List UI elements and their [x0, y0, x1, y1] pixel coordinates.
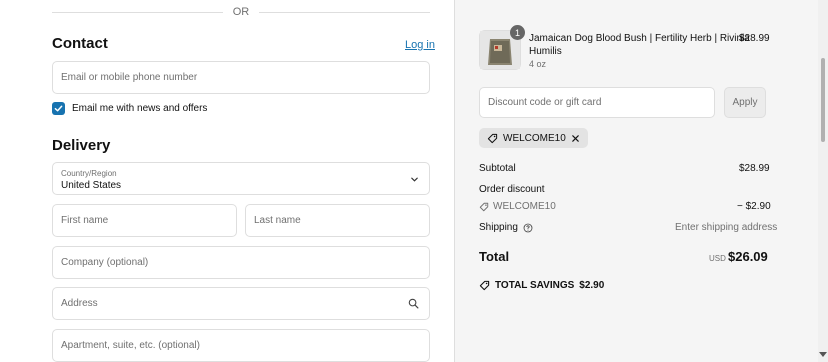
first-name-placeholder: First name [61, 215, 109, 226]
news-checkbox[interactable] [52, 102, 65, 115]
country-select[interactable]: Country/Region United States [52, 162, 430, 195]
divider-line-left [52, 11, 223, 13]
subtotal-label: Subtotal [479, 163, 516, 174]
tag-icon [487, 133, 498, 143]
divider-line-right [259, 11, 430, 13]
news-checkbox-label: Email me with news and offers [72, 103, 208, 114]
last-name-placeholder: Last name [254, 215, 301, 226]
search-icon [408, 298, 419, 309]
delivery-heading: Delivery [52, 137, 111, 154]
applied-code-chip: WELCOME10 [479, 128, 588, 148]
discount-value: − $2.90 [737, 201, 771, 212]
shipping-row: Shipping [479, 222, 533, 233]
currency-code: USD [709, 254, 726, 263]
tag-icon [479, 280, 490, 291]
address-placeholder: Address [61, 298, 98, 309]
checkmark-icon [54, 105, 63, 112]
total-savings-label: TOTAL SAVINGS [495, 280, 575, 291]
email-placeholder: Email or mobile phone number [61, 72, 198, 83]
country-label: Country/Region [61, 169, 117, 178]
email-field[interactable]: Email or mobile phone number [52, 61, 430, 94]
company-placeholder: Company (optional) [61, 257, 149, 268]
news-checkbox-row[interactable]: Email me with news and offers [52, 102, 207, 115]
quantity-badge: 1 [510, 25, 525, 40]
country-value: United States [61, 180, 122, 191]
chevron-down-icon [411, 177, 418, 182]
product-name-line1: Jamaican Dog Blood Bush | Fertility Herb… [529, 33, 750, 44]
help-circle-icon[interactable] [523, 223, 533, 233]
apartment-field[interactable]: Apartment, suite, etc. (optional) [52, 329, 430, 362]
discount-code-text: WELCOME10 [493, 201, 556, 212]
discount-code-input[interactable]: Discount code or gift card [479, 87, 715, 118]
apply-button[interactable]: Apply [724, 87, 766, 118]
checkout-form-column: OR Contact Log in Email or mobile phone … [0, 0, 454, 362]
shipping-label: Shipping [479, 222, 518, 233]
discount-code-row: WELCOME10 [479, 201, 556, 212]
or-divider: OR [52, 6, 430, 18]
first-name-field[interactable]: First name [52, 204, 237, 237]
login-link[interactable]: Log in [405, 39, 435, 51]
order-discount-label: Order discount [479, 184, 545, 195]
discount-placeholder: Discount code or gift card [488, 97, 602, 108]
total-value: $26.09 [728, 249, 768, 264]
contact-heading: Contact [52, 35, 108, 52]
subtotal-value: $28.99 [739, 163, 770, 174]
company-field[interactable]: Company (optional) [52, 246, 430, 279]
scrollbar-track[interactable] [818, 0, 828, 362]
scroll-down-arrow-icon[interactable] [819, 352, 827, 357]
tag-icon [479, 202, 489, 211]
total-label: Total [479, 249, 510, 264]
product-variant: 4 oz [529, 59, 547, 69]
or-label: OR [232, 6, 250, 18]
product-name-line2: Humilis [529, 46, 562, 57]
scrollbar-thumb[interactable] [821, 58, 825, 142]
last-name-field[interactable]: Last name [245, 204, 430, 237]
total-savings-row: TOTAL SAVINGS $2.90 [479, 280, 604, 291]
product-price: $28.99 [739, 33, 770, 44]
close-icon[interactable] [571, 134, 580, 143]
shipping-value: Enter shipping address [675, 222, 778, 233]
checkout-page: OR Contact Log in Email or mobile phone … [0, 0, 828, 362]
total-savings-value: $2.90 [579, 280, 605, 291]
address-field[interactable]: Address [52, 287, 430, 320]
apartment-placeholder: Apartment, suite, etc. (optional) [61, 340, 200, 351]
applied-code-label: WELCOME10 [503, 132, 566, 144]
